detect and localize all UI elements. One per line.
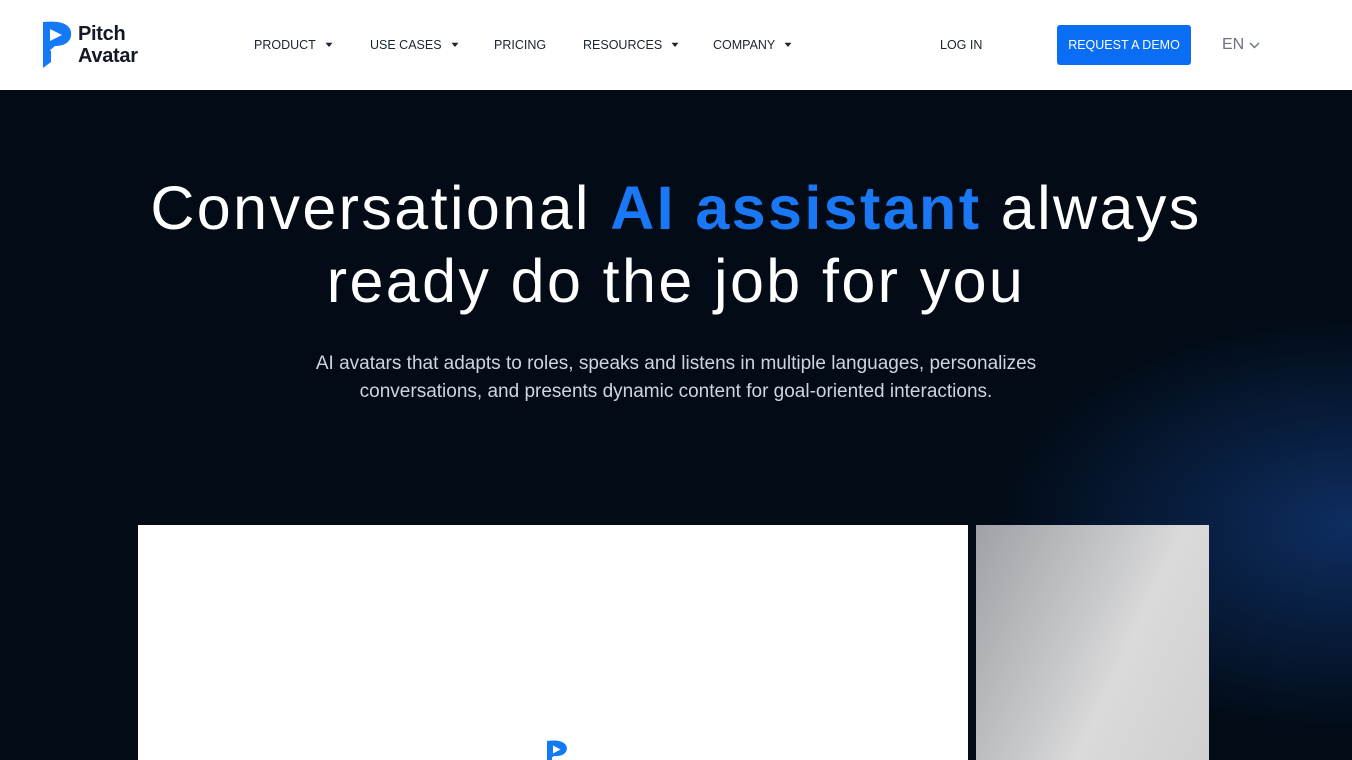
logo-line-2: Avatar: [78, 45, 138, 67]
language-selector[interactable]: EN: [1222, 35, 1260, 55]
nav-item-pricing[interactable]: PRICING: [494, 37, 546, 53]
chevron-down-icon: [671, 42, 679, 47]
logo-wordmark: Pitch Avatar: [78, 23, 138, 67]
chevron-down-icon: [325, 42, 333, 47]
nav-item-use-cases[interactable]: USE CASES: [370, 37, 459, 53]
pitch-avatar-logo-icon: [43, 21, 72, 68]
preview-thumbnail[interactable]: [976, 525, 1209, 760]
hero-subtitle: AI avatars that adapts to roles, speaks …: [0, 350, 1352, 406]
hero-title-part-1: Conversational: [150, 174, 611, 242]
chevron-down-icon: [1249, 42, 1260, 48]
nav-item-label: USE CASES: [370, 38, 442, 52]
logo-line-1: Pitch: [78, 23, 126, 45]
chevron-down-icon: [784, 42, 792, 47]
hero-subtitle-line-1: AI avatars that adapts to roles, speaks …: [315, 353, 1037, 374]
hero-title-part-2: always: [981, 174, 1202, 242]
nav-item-company[interactable]: COMPANY: [713, 37, 792, 53]
hero-title-accent: AI assistant: [610, 174, 982, 242]
nav-item-label: PRICING: [494, 38, 547, 52]
pitch-avatar-logo[interactable]: Pitch Avatar: [40, 20, 150, 70]
hero-title: Conversational AI assistant always ready …: [0, 172, 1352, 318]
hero-title-line-2: ready do the job for you: [326, 247, 1026, 315]
top-navbar: Pitch Avatar PRODUCT USE CASES PRICING R…: [0, 0, 1352, 90]
play-logo-icon[interactable]: [543, 739, 571, 760]
chevron-down-icon: [451, 42, 459, 47]
nav-item-label: PRODUCT: [254, 38, 316, 52]
request-demo-button[interactable]: REQUEST A DEMO: [1057, 25, 1191, 65]
hero-subtitle-line-2: conversations, and presents dynamic cont…: [359, 381, 993, 402]
nav-item-resources[interactable]: RESOURCES: [583, 37, 679, 53]
login-link[interactable]: LOG IN: [940, 37, 982, 53]
language-label: EN: [1222, 36, 1245, 53]
nav-item-label: RESOURCES: [583, 38, 663, 52]
nav-item-product[interactable]: PRODUCT: [254, 37, 333, 53]
nav-item-label: COMPANY: [713, 38, 776, 52]
hero-section: Conversational AI assistant always ready …: [0, 90, 1352, 760]
video-player[interactable]: [138, 525, 968, 760]
